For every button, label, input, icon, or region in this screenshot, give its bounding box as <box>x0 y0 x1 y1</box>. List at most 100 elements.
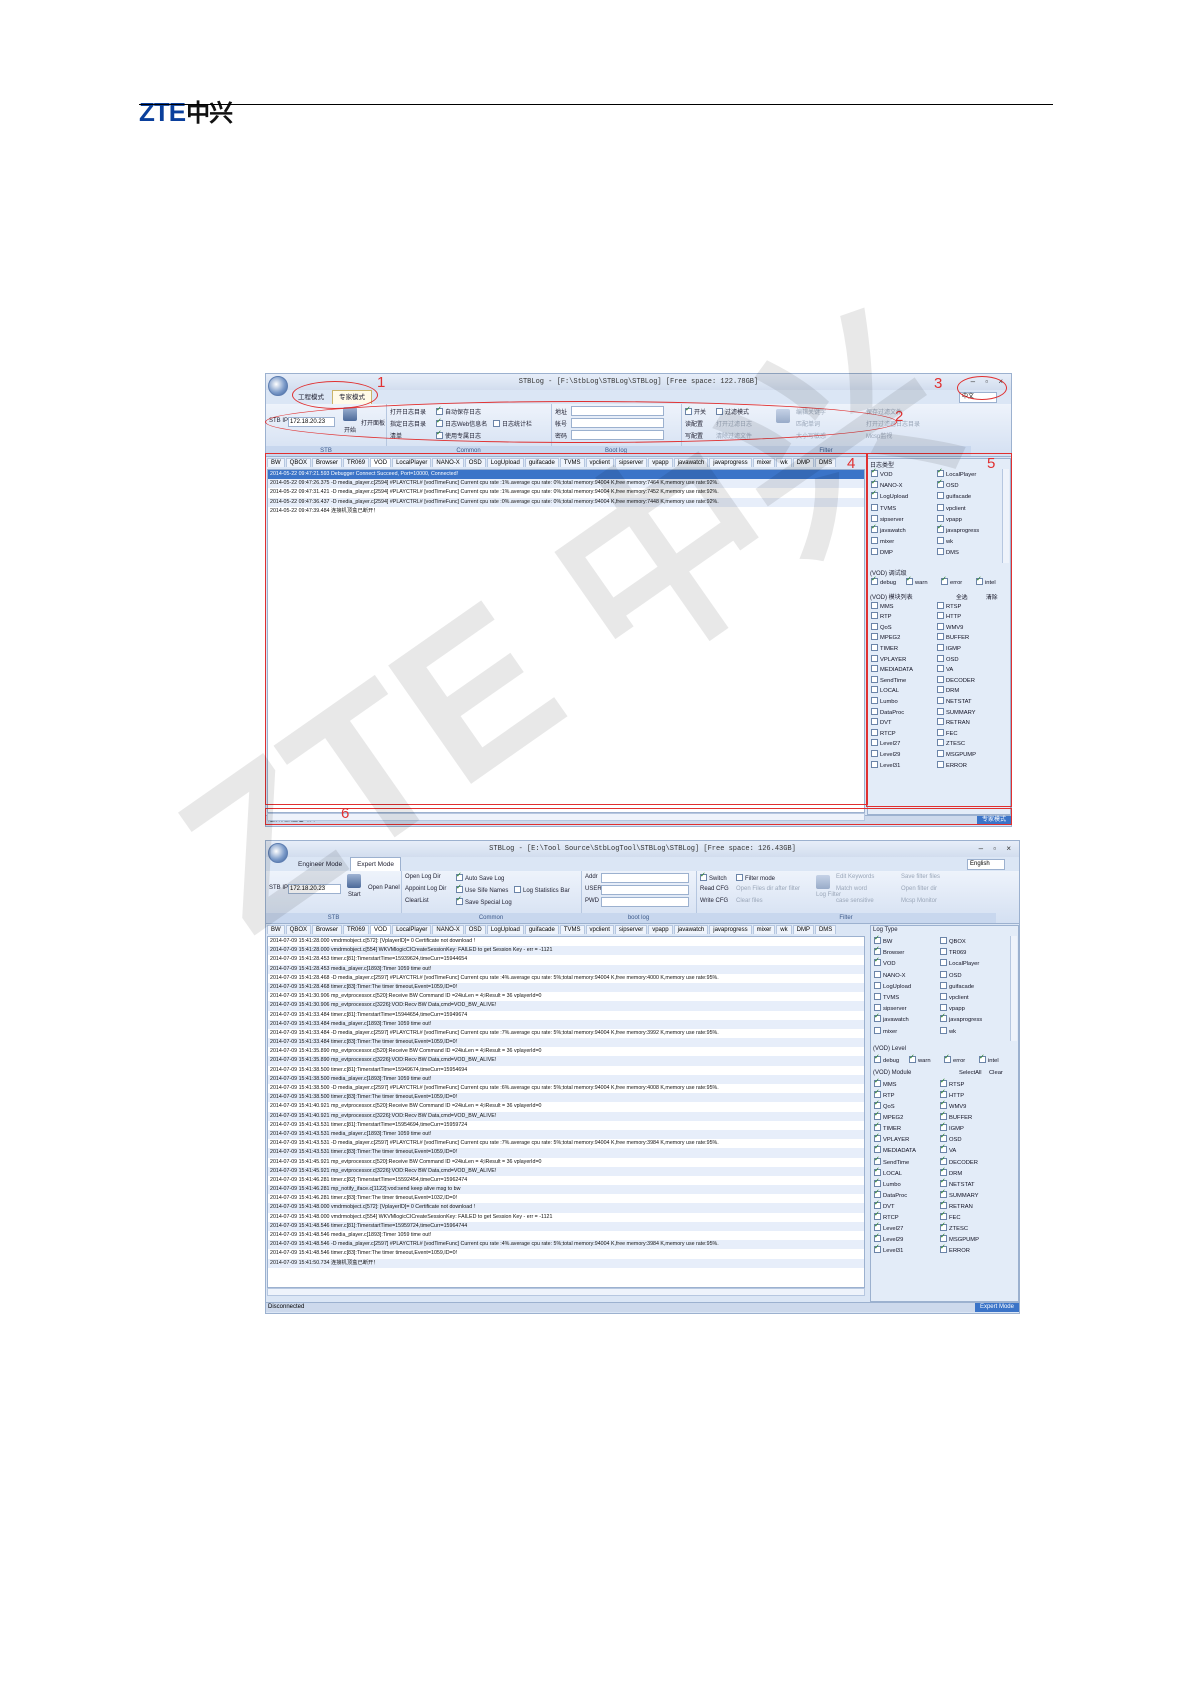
checkbox[interactable] <box>874 934 881 944</box>
module-checkbox[interactable]: DRM <box>940 1166 962 1177</box>
logtype-checkbox[interactable]: TR069 <box>940 948 966 956</box>
module-checkbox[interactable]: BUFFER <box>940 1110 972 1121</box>
app-orb-icon[interactable] <box>268 376 288 396</box>
module-checkbox[interactable]: HTTP <box>940 1088 964 1099</box>
logtype-checkbox[interactable]: BW <box>874 934 892 945</box>
checkbox[interactable] <box>940 1232 947 1243</box>
module-checkbox[interactable]: MMS <box>874 1077 897 1088</box>
checkbox[interactable] <box>874 970 881 978</box>
checkbox[interactable] <box>874 1099 881 1109</box>
log-line[interactable]: 2014-07-09 15:41:48.546 -D media_player.… <box>268 1240 864 1250</box>
module-tab[interactable]: sipserver <box>614 925 648 934</box>
tab-expert-mode[interactable]: Expert Mode <box>350 857 401 872</box>
module-checkbox[interactable]: SUMMARY <box>940 1188 979 1199</box>
checkbox[interactable] <box>940 1132 947 1143</box>
module-tab[interactable]: vpapp <box>648 925 673 934</box>
tab-engineer-mode[interactable]: Engineer Mode <box>292 858 348 872</box>
log-line[interactable]: 2014-07-09 15:41:30.906 mp_evtprocessor.… <box>268 992 864 1001</box>
log-line[interactable]: 2014-07-09 15:41:28.000 vmdrmobject.c[57… <box>268 937 864 946</box>
checkbox[interactable] <box>874 1199 881 1209</box>
language-select[interactable]: English <box>967 859 1005 870</box>
log-line[interactable]: 2014-07-09 15:41:35.890 mp_evtprocessor.… <box>268 1047 864 1056</box>
module-checkbox[interactable]: OSD <box>940 1132 962 1143</box>
log-line[interactable]: 2014-07-09 15:41:40.921 mp_evtprocessor.… <box>268 1102 864 1111</box>
checkbox[interactable] <box>940 970 947 978</box>
level-checkbox[interactable]: warn <box>909 1053 931 1064</box>
module-tab[interactable]: BW <box>267 925 285 934</box>
checkbox[interactable] <box>874 1210 881 1220</box>
module-checkbox[interactable]: LOCAL <box>874 1166 902 1177</box>
logtype-checkbox[interactable]: javaprogress <box>940 1012 982 1023</box>
log-line[interactable]: 2014-07-09 15:41:33.484 media_player.c[1… <box>268 1019 864 1029</box>
checkbox[interactable] <box>874 981 881 989</box>
checkbox[interactable] <box>940 1026 947 1034</box>
log-line[interactable]: 2014-07-09 15:41:38.500 timer.c[81]:Time… <box>268 1066 864 1075</box>
checkbox[interactable] <box>874 1143 881 1154</box>
logtype-checkbox[interactable]: wk <box>940 1026 956 1035</box>
logtype-checkbox[interactable]: mixer <box>874 1026 897 1035</box>
checkbox[interactable] <box>874 1132 881 1143</box>
checkbox[interactable] <box>940 1088 947 1098</box>
logtype-checkbox[interactable]: javawatch <box>874 1012 909 1023</box>
checkbox[interactable] <box>940 1177 947 1187</box>
module-checkbox[interactable]: QoS <box>874 1099 895 1110</box>
module-checkbox[interactable]: Lumbo <box>874 1177 901 1188</box>
module-checkbox[interactable]: WMV9 <box>940 1099 966 1110</box>
checkbox[interactable] <box>940 1004 947 1012</box>
logtype-checkbox[interactable]: sipserver <box>874 1004 907 1012</box>
checkbox[interactable] <box>940 993 947 1000</box>
checkbox[interactable] <box>944 1053 951 1063</box>
checkbox[interactable] <box>874 1243 881 1254</box>
module-checkbox[interactable]: MEDIADATA <box>874 1143 916 1154</box>
logtype-checkbox[interactable]: LocalPlayer <box>940 959 979 967</box>
checkbox[interactable] <box>940 1099 947 1109</box>
level-checkbox[interactable]: error <box>944 1053 965 1064</box>
module-checkbox[interactable]: IGMP <box>940 1121 964 1132</box>
log-line[interactable]: 2014-07-09 15:41:28.468 timer.c[83]:Time… <box>268 982 864 993</box>
checkbox[interactable] <box>874 1088 881 1098</box>
module-checkbox[interactable]: SendTime <box>874 1155 909 1166</box>
checkbox[interactable] <box>874 945 881 956</box>
module-tab[interactable]: javawatch <box>673 925 709 934</box>
checkbox[interactable] <box>979 1053 986 1063</box>
log-line[interactable]: 2014-07-09 15:41:45.921 mp_evtprocessor.… <box>268 1166 864 1176</box>
checkbox[interactable] <box>940 1077 947 1087</box>
module-tab[interactable]: OSD <box>464 925 486 934</box>
logtype-checkbox[interactable]: guifacade <box>940 981 974 990</box>
log-line[interactable]: 2014-07-09 15:41:28.453 media_player.c[1… <box>268 964 864 974</box>
module-tab[interactable]: Browser <box>312 925 343 934</box>
log-line[interactable]: 2014-07-09 15:41:45.921 mp_evtprocessor.… <box>268 1158 864 1167</box>
checkbox[interactable] <box>940 1210 947 1220</box>
module-checkbox[interactable]: RTCP <box>874 1210 899 1221</box>
log-line[interactable]: 2014-07-09 15:41:48.546 timer.c[81]:Time… <box>268 1221 864 1231</box>
checkbox[interactable] <box>874 993 881 1000</box>
log-line[interactable]: 2014-07-09 15:41:48.546 media_player.c[1… <box>268 1231 864 1240</box>
log-line[interactable]: 2014-07-09 15:41:46.281 timer.c[82]:Time… <box>268 1176 864 1185</box>
log-line[interactable]: 2014-07-09 15:41:43.531 timer.c[81]:Time… <box>268 1121 864 1130</box>
log-line[interactable]: 2014-07-09 15:41:28.000 vmdrmobject.c[55… <box>268 946 864 956</box>
window-controls[interactable]: – ▫ × <box>979 841 1015 857</box>
level-checkbox[interactable]: intel <box>979 1053 999 1064</box>
logtype-checkbox[interactable]: vpclient <box>940 993 969 1001</box>
log-line[interactable]: 2014-07-09 15:41:40.921 mp_evtprocessor.… <box>268 1111 864 1121</box>
logtype-checkbox[interactable]: LogUpload <box>874 981 911 990</box>
checkbox[interactable] <box>874 1026 881 1034</box>
logtype-checkbox[interactable]: TVMS <box>874 993 899 1001</box>
log-line[interactable]: 2014-07-09 15:41:38.500 timer.c[83]:Time… <box>268 1093 864 1103</box>
module-tab[interactable]: javaprogress <box>709 925 752 934</box>
module-checkbox[interactable]: TIMER <box>874 1121 901 1132</box>
module-checkbox[interactable]: Level27 <box>874 1221 903 1232</box>
log-line[interactable]: 2014-07-09 15:41:46.281 mp_notify_iface.… <box>268 1185 864 1195</box>
log-line[interactable]: 2014-07-09 15:41:38.500 media_player.c[1… <box>268 1074 864 1084</box>
checkbox[interactable] <box>940 1166 947 1176</box>
logtype-checkbox[interactable]: VOD <box>874 956 896 967</box>
log-line[interactable]: 2014-07-09 15:41:50.734 连接机顶盒已断开！ <box>268 1258 864 1268</box>
module-tab[interactable]: NANO-X <box>432 925 464 934</box>
module-tab[interactable]: mixer <box>752 925 776 934</box>
open-panel-button[interactable]: Open Panel <box>368 885 400 891</box>
module-tab[interactable]: TVMS <box>559 925 585 934</box>
log-line[interactable]: 2014-07-09 15:41:33.484 timer.c[81]:Time… <box>268 1011 864 1020</box>
pwd-input[interactable] <box>601 897 689 907</box>
checkbox[interactable] <box>874 1110 881 1121</box>
log-line[interactable]: 2014-07-09 15:41:48.546 timer.c[83]:Time… <box>268 1249 864 1258</box>
